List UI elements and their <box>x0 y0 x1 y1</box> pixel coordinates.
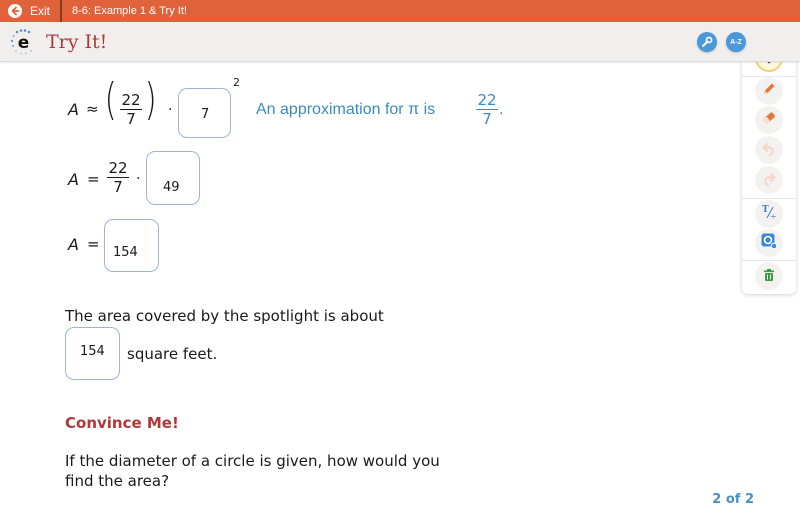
answer-value: 49 <box>163 180 180 195</box>
pencil-button[interactable] <box>755 77 783 105</box>
toolbar-divider <box>742 260 796 261</box>
page-indicator: 2 of 2 <box>712 492 754 507</box>
undo-button[interactable] <box>755 136 783 164</box>
redo-button[interactable] <box>755 166 783 194</box>
answer-value: 154 <box>80 344 105 359</box>
wrench-icon <box>701 33 713 52</box>
back-arrow-icon <box>8 4 22 18</box>
multiply-dot: · <box>136 171 141 187</box>
denominator: 7 <box>113 178 123 196</box>
convince-question-line1: If the diameter of a circle is given, ho… <box>65 452 440 470</box>
fraction-22-7: 22 7 <box>107 160 129 195</box>
lesson-content: A ≈ ( 22 7 ) · 7 2 An approximation for … <box>0 62 740 516</box>
toolbar-divider <box>742 198 796 199</box>
trash-icon <box>762 267 776 286</box>
radius-answer-box[interactable]: 7 <box>178 88 231 138</box>
denominator: 7 <box>482 110 492 128</box>
left-paren: ( <box>104 74 117 125</box>
equals-sign: = <box>87 170 100 188</box>
statement-text: The area covered by the spotlight is abo… <box>65 307 384 325</box>
tools-button[interactable] <box>697 32 717 52</box>
answer-value: 7 <box>201 107 210 122</box>
undo-icon <box>761 141 776 160</box>
redo-icon <box>762 171 777 190</box>
svg-text:T: T <box>762 205 769 215</box>
answer-value: 154 <box>113 245 138 260</box>
exit-button[interactable]: Exit <box>0 0 63 22</box>
hint-period: . <box>499 101 504 118</box>
numerator: 22 <box>477 91 497 109</box>
denominator: 7 <box>126 110 136 128</box>
multiply-dot: · <box>168 102 173 118</box>
eraser-icon <box>761 110 777 130</box>
math-text-button[interactable]: T ÷ <box>755 200 783 228</box>
glossary-az-icon: A-Z <box>730 38 742 46</box>
text-math-icon: T ÷ <box>760 203 778 225</box>
annotation-toolbar: T ÷ <box>742 40 796 294</box>
lesson-title: 8-6: Example 1 & Try It! <box>72 5 187 17</box>
fraction-22-7: 22 7 <box>120 92 142 127</box>
zoom-icon <box>760 232 778 254</box>
top-bar: Exit 8-6: Example 1 & Try It! <box>0 0 800 22</box>
clear-button[interactable] <box>755 262 783 290</box>
variable-a: A <box>68 170 79 189</box>
exit-label: Exit <box>30 4 51 18</box>
area-answer-box[interactable]: 154 <box>104 219 159 272</box>
numerator: 22 <box>121 91 141 109</box>
equals-sign: = <box>87 235 100 253</box>
right-paren: ) <box>144 74 157 125</box>
final-area-answer-box[interactable]: 154 <box>65 327 120 380</box>
units-text: square feet. <box>127 345 218 363</box>
variable-a: A <box>68 100 79 119</box>
header: e Try It! A-Z <box>0 22 800 62</box>
approx-symbol: ≈ <box>86 100 99 118</box>
radius-squared-answer-box[interactable]: 49 <box>146 151 200 205</box>
svg-text:÷: ÷ <box>770 212 777 221</box>
eraser-button[interactable] <box>755 106 783 134</box>
envision-logo-icon: e <box>8 27 38 57</box>
numerator: 22 <box>108 159 128 177</box>
exponent: 2 <box>233 76 240 89</box>
pi-hint-text: An approximation for π is <box>256 101 436 118</box>
svg-text:e: e <box>18 33 30 53</box>
page-title: Try It! <box>46 30 108 53</box>
glossary-button[interactable]: A-Z <box>726 32 746 52</box>
convince-question-line2: find the area? <box>65 472 170 490</box>
variable-a: A <box>68 235 79 254</box>
hint-fraction: 22 7 <box>476 92 498 127</box>
pencil-icon <box>761 81 777 101</box>
zoom-button[interactable] <box>755 229 783 257</box>
convince-me-heading: Convince Me! <box>65 414 179 432</box>
